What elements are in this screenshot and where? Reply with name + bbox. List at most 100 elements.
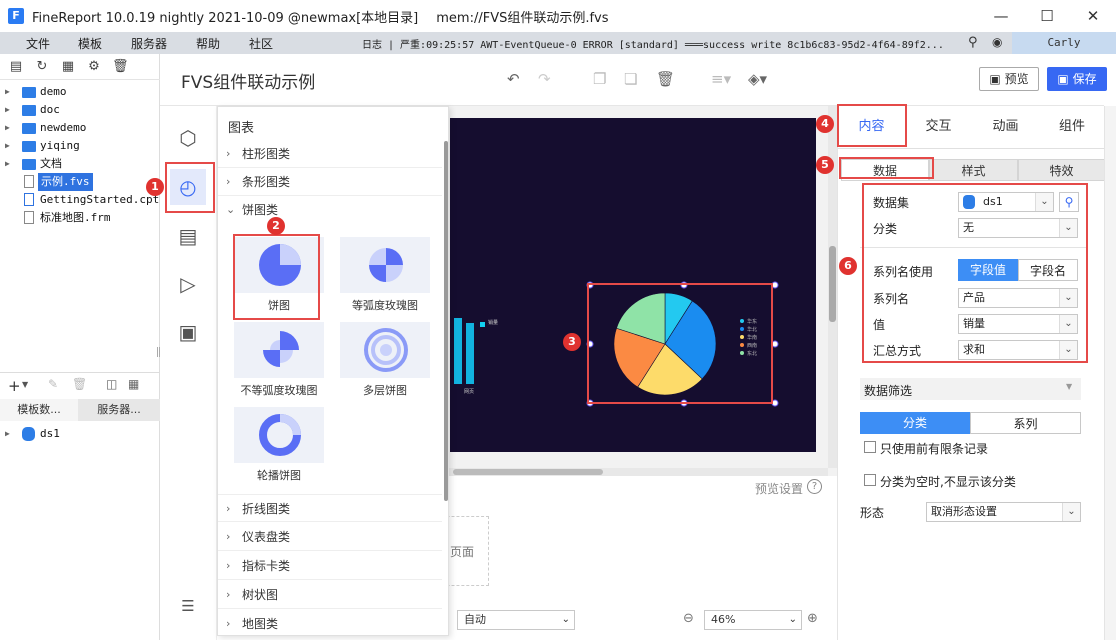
maximize-button[interactable]: ☐ bbox=[1024, 0, 1070, 32]
tree-item[interactable]: ▶ yiqing bbox=[0, 137, 160, 155]
zoom-in-icon[interactable]: ⊕ bbox=[807, 611, 818, 626]
cube-icon[interactable]: ⬡ bbox=[170, 120, 206, 156]
tree-item[interactable]: 标准地图.frm bbox=[0, 209, 160, 227]
tree-item-label: yiqing bbox=[40, 139, 80, 152]
menu-template[interactable]: 模板 bbox=[78, 35, 102, 52]
subtab-style[interactable]: 样式 bbox=[929, 159, 1018, 181]
category-bar-charts[interactable]: › 柱形图类 bbox=[218, 140, 442, 168]
tab-server-dataset[interactable]: 服务器... bbox=[78, 399, 160, 421]
scroll-thumb[interactable] bbox=[453, 469, 603, 475]
chevron-down-icon[interactable]: ▼ bbox=[22, 380, 28, 389]
menu-community[interactable]: 社区 bbox=[249, 35, 273, 52]
delete-icon[interactable]: 🗑 bbox=[112, 59, 129, 75]
right-panel-scrollbar[interactable] bbox=[1104, 106, 1116, 640]
tree-item[interactable]: ▶ 文档 bbox=[0, 155, 160, 173]
annotation-marker-5: 5 bbox=[816, 156, 834, 174]
minimize-button[interactable]: — bbox=[978, 0, 1024, 32]
expand-icon[interactable]: ▶ bbox=[5, 101, 10, 119]
menu-help[interactable]: 帮助 bbox=[196, 35, 220, 52]
open-icon[interactable]: ▦ bbox=[60, 59, 76, 75]
preview-settings[interactable]: 预览设置 bbox=[755, 480, 803, 497]
limited-records-checkbox[interactable] bbox=[864, 441, 876, 453]
align-icon[interactable]: ≡▾ bbox=[711, 70, 731, 88]
chevron-right-icon: › bbox=[226, 617, 231, 630]
layer-icon[interactable]: ◈▾ bbox=[748, 70, 767, 88]
file-icon bbox=[24, 175, 34, 188]
expand-icon[interactable]: ▶ bbox=[5, 155, 10, 173]
tab-component[interactable]: 组件 bbox=[1039, 106, 1105, 148]
filter-tab-category[interactable]: 分类 bbox=[860, 412, 970, 434]
close-button[interactable]: ✕ bbox=[1070, 0, 1116, 32]
hide-empty-label: 分类为空时,不显示该分类 bbox=[880, 475, 1016, 489]
expand-icon[interactable]: ▶ bbox=[5, 137, 10, 155]
scroll-thumb[interactable] bbox=[829, 246, 836, 322]
category-horizontal-bar-charts[interactable]: › 条形图类 bbox=[218, 168, 442, 196]
subtab-effects[interactable]: 特效 bbox=[1018, 159, 1105, 181]
folder-icon bbox=[22, 159, 36, 170]
menu-file[interactable]: 文件 bbox=[26, 35, 50, 52]
settings-icon[interactable]: ⚙ bbox=[86, 59, 102, 75]
category-tree-charts[interactable]: › 树状图 bbox=[218, 581, 442, 609]
save-icon: ▣ bbox=[1057, 72, 1073, 86]
tree-item[interactable]: ▶ demo bbox=[0, 83, 160, 101]
expand-icon[interactable]: ▶ bbox=[5, 425, 10, 443]
document-header: FVS组件联动示例 ↶ ↷ ❐ ❏ 🗑 ≡▾ ◈▾ ▣ 预览 ▣ 保存 bbox=[160, 54, 1107, 106]
edit-icon[interactable]: ✎ bbox=[48, 377, 58, 391]
category-indicator-cards[interactable]: › 指标卡类 bbox=[218, 552, 442, 580]
paste-icon[interactable]: ❏ bbox=[624, 70, 637, 88]
thumb-rose[interactable]: 等弧度玫瑰图 bbox=[340, 237, 430, 321]
category-pie-charts[interactable]: ⌄ 饼图类 bbox=[218, 196, 442, 224]
bell-icon[interactable]: ◉ bbox=[992, 35, 1002, 49]
unequal-rose-thumb-icon bbox=[263, 331, 299, 367]
data-filter-header[interactable]: 数据筛选 ▼ bbox=[860, 378, 1081, 400]
redo-icon[interactable]: ↷ bbox=[538, 70, 551, 88]
user-name[interactable]: Carly bbox=[1012, 32, 1116, 54]
filter-tab-series[interactable]: 系列 bbox=[970, 412, 1081, 434]
form-select[interactable]: 取消形态设置 ⌄ bbox=[926, 502, 1081, 522]
tab-animation[interactable]: 动画 bbox=[972, 106, 1039, 148]
delete-dataset-icon[interactable]: 🗑 bbox=[72, 377, 87, 391]
undo-icon[interactable]: ↶ bbox=[507, 70, 520, 88]
log-line[interactable]: 日志 | 严重:09:25:57 AWT-EventQueue-0 ERROR … bbox=[362, 36, 966, 51]
popup-scrollbar[interactable] bbox=[444, 141, 448, 501]
expand-icon[interactable]: ▶ bbox=[5, 119, 10, 137]
tree-item[interactable]: ▶ newdemo bbox=[0, 119, 160, 137]
expand-icon[interactable]: ▶ bbox=[5, 83, 10, 101]
help-icon[interactable]: ? bbox=[807, 479, 822, 494]
tree-item-selected[interactable]: 示例.fvs bbox=[0, 173, 160, 191]
refresh-icon[interactable]: ↻ bbox=[34, 59, 50, 75]
zoom-select[interactable]: 46% ⌄ bbox=[704, 610, 802, 630]
thumb-multi-layer-pie[interactable]: 多层饼图 bbox=[340, 322, 430, 406]
layers-icon[interactable]: ☰ bbox=[170, 588, 206, 624]
auto-select[interactable]: 自动 ⌄ bbox=[457, 610, 575, 630]
new-template-icon[interactable]: ▤ bbox=[8, 59, 24, 75]
thumb-carousel-pie[interactable]: 轮播饼图 bbox=[234, 407, 324, 491]
preview-data-icon[interactable]: ◫ bbox=[106, 377, 117, 391]
thumb-unequal-rose[interactable]: 不等弧度玫瑰图 bbox=[234, 322, 324, 406]
category-line-charts[interactable]: › 折线图类 bbox=[218, 494, 442, 522]
save-button[interactable]: ▣ 保存 bbox=[1047, 67, 1107, 91]
menu-server[interactable]: 服务器 bbox=[131, 35, 167, 52]
hide-empty-checkbox[interactable] bbox=[864, 474, 876, 486]
zoom-out-icon[interactable]: ⊖ bbox=[683, 611, 694, 626]
search-icon[interactable]: ⚲ bbox=[968, 35, 978, 50]
tree-item[interactable]: GettingStarted.cpt bbox=[0, 191, 160, 209]
trash-icon[interactable]: 🗑 bbox=[656, 70, 675, 88]
copy-icon[interactable]: ❐ bbox=[593, 70, 606, 88]
text-icon[interactable]: ▤ bbox=[170, 218, 206, 254]
dataset-item[interactable]: ▶ ds1 bbox=[0, 425, 160, 443]
page-label: 页面 bbox=[450, 545, 475, 559]
chevron-right-icon: › bbox=[226, 502, 231, 515]
tree-item[interactable]: ▶ doc bbox=[0, 101, 160, 119]
add-icon[interactable]: + bbox=[8, 377, 21, 395]
monitor-icon: ▣ bbox=[989, 72, 1005, 86]
category-map-charts[interactable]: › 地图类 bbox=[218, 610, 442, 638]
category-gauge-charts[interactable]: › 仪表盘类 bbox=[218, 523, 442, 551]
video-icon[interactable]: ▷ bbox=[170, 266, 206, 302]
dataset-settings-icon[interactable]: ▦ bbox=[128, 377, 139, 391]
preview-button[interactable]: ▣ 预览 bbox=[979, 67, 1039, 91]
inbox-icon[interactable]: ▣ bbox=[170, 314, 206, 350]
tab-template-dataset[interactable]: 模板数... bbox=[0, 399, 78, 421]
tab-interaction[interactable]: 交互 bbox=[905, 106, 972, 148]
chevron-down-icon: ▼ bbox=[1066, 382, 1073, 391]
